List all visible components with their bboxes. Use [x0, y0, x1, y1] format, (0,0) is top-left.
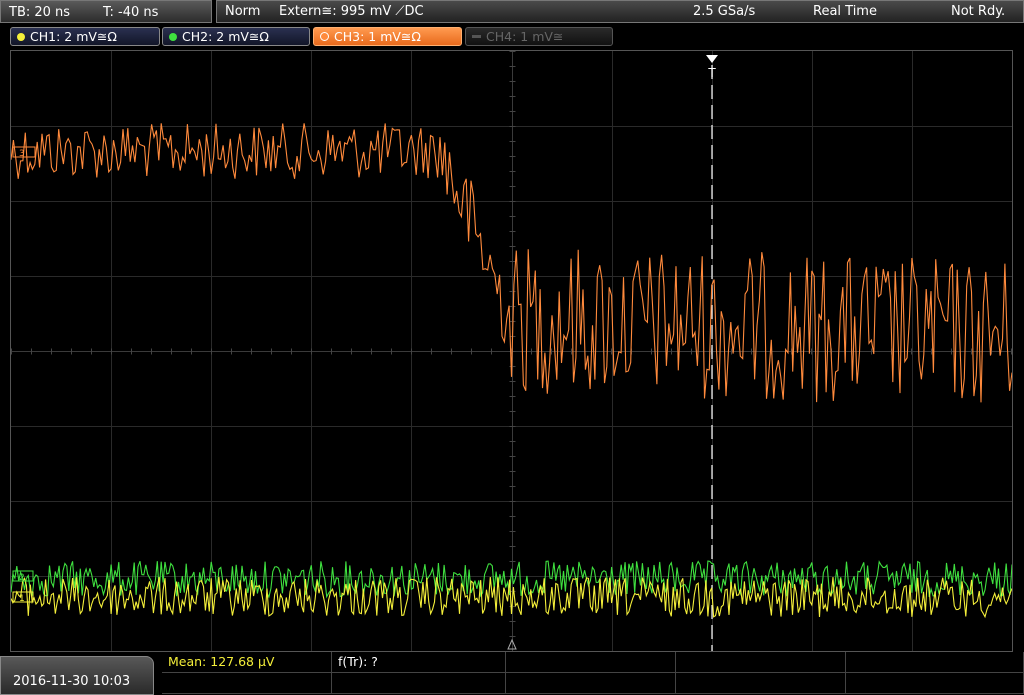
trigger-marker-label: T — [707, 66, 716, 80]
channel-1-marker-label: 1 — [19, 594, 25, 604]
channel-3-button[interactable]: CH3: 1 mV≅Ω — [313, 27, 462, 46]
trigger-time-label: T: -40 ns — [103, 5, 159, 20]
trigger-source-label: Extern≅: 995 mV ⟋DC — [279, 4, 424, 19]
waveform-canvas[interactable]: T 3 2 1 — [11, 51, 1012, 651]
measurement-slot-6[interactable] — [162, 673, 332, 694]
channel-4-button[interactable]: CH4: 1 mV≅ — [465, 27, 613, 46]
rise-time-measurement[interactable]: f(Tr): ? — [332, 652, 506, 673]
measurement-table[interactable]: Mean: 127.68 µV f(Tr): ? — [162, 652, 1024, 695]
channel-1-button[interactable]: CH1: 2 mV≅Ω — [10, 27, 160, 46]
channel-1-label: CH1: 2 mV≅Ω — [30, 29, 117, 44]
sample-rate-label: 2.5 GSa/s — [693, 4, 756, 19]
acquisition-box[interactable]: Norm Extern≅: 995 mV ⟋DC 2.5 GSa/s Real … — [216, 0, 1024, 23]
ready-status-label: Not Rdy. — [951, 4, 1006, 19]
datetime-box: 2016-11-30 10:03 — [0, 656, 154, 695]
channel-2-marker-label: 2 — [19, 573, 25, 583]
timebase-box[interactable]: TB: 20 ns T: -40 ns — [0, 0, 212, 23]
channel-2-label: CH2: 2 mV≅Ω — [182, 29, 269, 44]
status-bar: TB: 20 ns T: -40 ns Norm Extern≅: 995 mV… — [0, 0, 1024, 24]
channel-3-marker-label: 3 — [19, 149, 25, 159]
channel-1-trace — [11, 576, 1012, 619]
waveform-display[interactable]: T 3 2 1 — [10, 50, 1013, 652]
channel-3-indicator-icon — [320, 32, 329, 41]
channel-2-indicator-icon — [169, 33, 177, 41]
measurement-slot-7[interactable] — [332, 673, 506, 694]
channel-bar: CH1: 2 mV≅Ω CH2: 2 mV≅Ω CH3: 1 mV≅Ω CH4:… — [0, 25, 1024, 49]
measurement-slot-8[interactable] — [506, 673, 676, 694]
channel-4-label: CH4: 1 mV≅ — [486, 29, 564, 44]
channel-4-indicator-icon — [472, 35, 481, 38]
channel-2-button[interactable]: CH2: 2 mV≅Ω — [162, 27, 310, 46]
run-mode-label: Real Time — [813, 4, 877, 19]
channel-3-trace — [11, 123, 1012, 403]
channel-3-label: CH3: 1 mV≅Ω — [334, 29, 421, 44]
measurement-slot-9[interactable] — [676, 673, 846, 694]
measurement-slot-4[interactable] — [676, 652, 846, 673]
channel-1-indicator-icon — [17, 33, 25, 41]
trigger-arrow-icon[interactable] — [706, 55, 718, 63]
datetime-label: 2016-11-30 10:03 — [13, 674, 131, 689]
mean-measurement[interactable]: Mean: 127.68 µV — [162, 652, 332, 673]
measurement-slot-10[interactable] — [846, 673, 1024, 694]
center-axes — [11, 51, 1012, 651]
trigger-mode-label: Norm — [225, 4, 261, 19]
timebase-label: TB: 20 ns — [9, 5, 71, 20]
measurement-slot-5[interactable] — [846, 652, 1024, 673]
channel-3-ground-marker[interactable]: 3 — [12, 146, 36, 159]
measurement-slot-3[interactable] — [506, 652, 676, 673]
